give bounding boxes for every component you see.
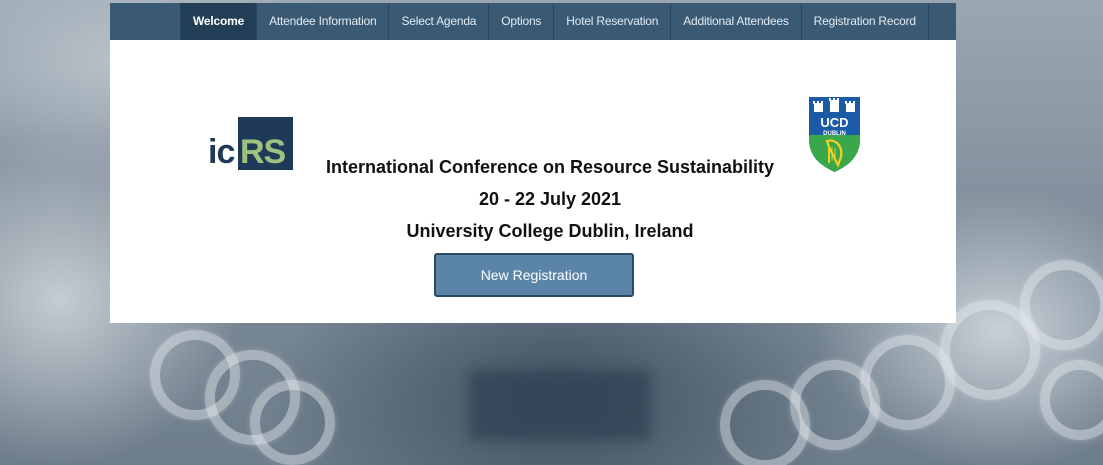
welcome-panel: RS ic UCD DUBLIN International Conferenc… — [110, 40, 956, 323]
tab-registration-record[interactable]: Registration Record — [802, 3, 929, 40]
conference-name: International Conference on Resource Sus… — [325, 157, 775, 177]
background-ring — [1020, 260, 1103, 350]
tab-attendee-information[interactable]: Attendee Information — [257, 3, 390, 40]
conference-dates: 20 - 22 July 2021 — [478, 189, 622, 209]
background-blur-band — [470, 370, 650, 440]
conference-venue: University College Dublin, Ireland — [406, 221, 694, 241]
top-nav-bar: Welcome Attendee Information Select Agen… — [110, 3, 956, 40]
tab-welcome[interactable]: Welcome — [180, 3, 258, 40]
nav-tabs: Welcome Attendee Information Select Agen… — [180, 3, 929, 40]
tab-select-agenda[interactable]: Select Agenda — [389, 3, 490, 40]
tab-hotel-reservation[interactable]: Hotel Reservation — [554, 3, 672, 40]
new-registration-button[interactable]: New Registration — [434, 253, 634, 297]
tab-options[interactable]: Options — [489, 3, 555, 40]
ucd-logo-subtext: DUBLIN — [823, 131, 846, 137]
background-ring — [1040, 360, 1103, 440]
background-ring — [250, 380, 335, 465]
tab-additional-attendees[interactable]: Additional Attendees — [671, 3, 802, 40]
ucd-logo-text: UCD — [820, 115, 848, 130]
